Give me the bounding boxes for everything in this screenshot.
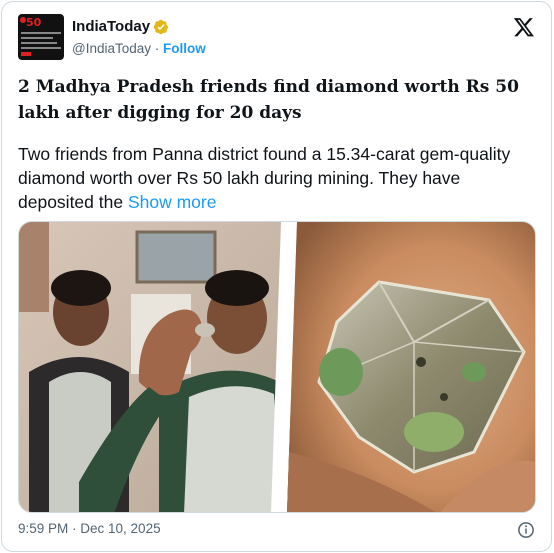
logo-text-lines [21,32,61,52]
author-handle[interactable]: @IndiaToday [72,41,151,56]
post-headline: 2 Madhya Pradesh friends find diamond wo… [18,77,519,123]
author-display-name[interactable]: IndiaToday [72,18,150,35]
name-row: IndiaToday [72,18,169,35]
avatar[interactable]: 50 [18,14,64,60]
handle-separator: · [151,41,164,56]
post-timestamp[interactable]: 9:59 PM · Dec 10, 2025 [18,521,161,536]
follow-button[interactable]: Follow [163,41,206,56]
post-media-image[interactable] [18,221,536,513]
diamond-photo-icon [19,222,535,512]
x-logo-icon[interactable] [513,16,535,38]
post-text: Two friends from Panna district found a … [18,144,511,212]
post-header: 50 IndiaToday @IndiaToday · Follow [18,14,537,60]
post-body: Two friends from Panna district found a … [18,142,528,214]
post-footer: 9:59 PM · Dec 10, 2025 [18,521,535,541]
show-more-link[interactable]: Show more [128,192,217,212]
logo-red-bar [21,52,31,56]
info-icon[interactable] [517,521,535,539]
verified-badge-icon [153,19,169,35]
handle-row: @IndiaToday · Follow [72,41,206,56]
post-card[interactable]: 50 IndiaToday @IndiaToday · Follow 2 Mad… [1,1,552,552]
